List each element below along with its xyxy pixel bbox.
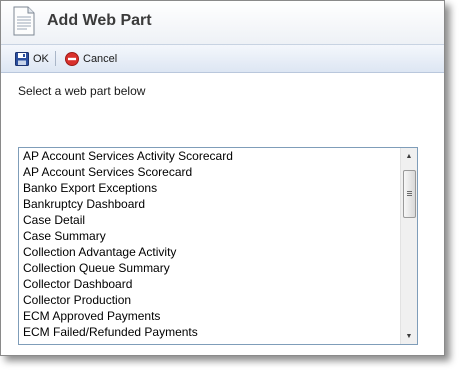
list-item[interactable]: Bankruptcy Dashboard bbox=[19, 196, 400, 212]
dialog-content: Select a web part below AP Account Servi… bbox=[1, 73, 444, 355]
cancel-label: Cancel bbox=[83, 52, 118, 65]
thumb-grip bbox=[407, 193, 412, 194]
dialog-title: Add Web Part bbox=[47, 12, 152, 29]
cancel-icon bbox=[65, 51, 79, 66]
vertical-scrollbar[interactable]: ▲ ▼ bbox=[400, 148, 417, 344]
web-part-list: AP Account Services Activity Scorecard A… bbox=[19, 148, 400, 344]
list-item[interactable]: AP Account Services Activity Scorecard bbox=[19, 148, 400, 164]
thumb-grip bbox=[407, 195, 412, 196]
instruction-text: Select a web part below bbox=[18, 84, 146, 98]
web-part-listbox[interactable]: AP Account Services Activity Scorecard A… bbox=[18, 147, 418, 345]
list-item[interactable]: Collector Production bbox=[19, 292, 400, 308]
list-item[interactable]: ECM Failed/Refunded Payments bbox=[19, 324, 400, 340]
list-item[interactable]: AP Account Services Scorecard bbox=[19, 164, 400, 180]
list-item[interactable]: Banko Export Exceptions bbox=[19, 180, 400, 196]
list-item[interactable]: Case Summary bbox=[19, 228, 400, 244]
thumb-grip bbox=[407, 191, 412, 192]
list-item[interactable]: ECM Approved Payments bbox=[19, 308, 400, 324]
list-item[interactable]: Case Detail bbox=[19, 212, 400, 228]
save-icon bbox=[15, 51, 29, 66]
list-item[interactable]: Collector Dashboard bbox=[19, 276, 400, 292]
list-item[interactable]: Collection Queue Summary bbox=[19, 260, 400, 276]
toolbar-separator bbox=[55, 51, 56, 66]
ok-label: OK bbox=[33, 52, 49, 65]
document-icon bbox=[13, 6, 35, 36]
scroll-down-arrow-icon[interactable]: ▼ bbox=[401, 328, 417, 344]
dialog-titlebar: Add Web Part bbox=[1, 1, 444, 45]
ok-button[interactable]: OK bbox=[15, 50, 49, 67]
cancel-button[interactable]: Cancel bbox=[65, 50, 117, 67]
list-item[interactable]: Collection Advantage Activity bbox=[19, 244, 400, 260]
add-web-part-dialog: Add Web Part OK Cancel Select a web part… bbox=[0, 0, 445, 356]
dialog-toolbar: OK Cancel bbox=[1, 45, 444, 73]
scrollbar-thumb[interactable] bbox=[403, 170, 416, 218]
scroll-up-arrow-icon[interactable]: ▲ bbox=[401, 148, 417, 164]
